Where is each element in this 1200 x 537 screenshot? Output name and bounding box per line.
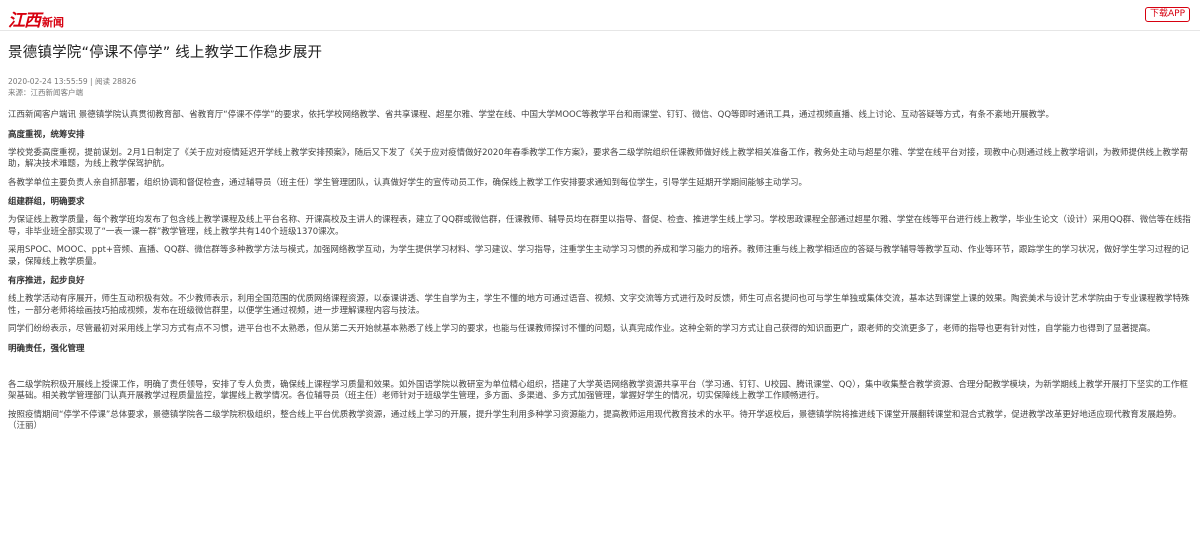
paragraph: 采用SPOC、MOOC、ppt+音频、直播、QQ群、微信群等多种教学方法与模式，… — [8, 245, 1189, 267]
paragraph: 江西新闻客户端讯 景德镇学院认真贯彻教育部、省教育厅“停课不停学”的要求，依托学… — [8, 110, 1055, 120]
article-meta: 2020-02-24 13:55:59 | 阅读 28826 来源：江西新闻客户… — [8, 77, 1192, 98]
top-bar: 江西 新闻 下载APP — [0, 0, 1200, 31]
section-heading: 有序推进，起步良好 — [8, 276, 85, 286]
paragraph: 线上教学活动有序展开，师生互动积极有效。不少教师表示，利用全国范围的优质网络课程… — [8, 294, 1190, 316]
publish-time-and-views: 2020-02-24 13:55:59 | 阅读 28826 — [8, 77, 137, 86]
logo-sub: 新闻 — [42, 16, 64, 29]
jiangxi-news-logo[interactable]: 江西 新闻 — [8, 6, 64, 31]
section-heading: 高度重视，统筹安排 — [8, 129, 85, 140]
article: 景德镇学院“停课不停学” 线上教学工作稳步展开 2020-02-24 13:55… — [0, 43, 1200, 433]
paragraph: 学校党委高度重视，提前谋划。2月1日制定了《关于应对疫情延迟开学线上教学安排预案… — [8, 147, 1188, 170]
section-heading: 组建群组，明确要求 — [8, 197, 85, 207]
article-source: 来源：江西新闻客户端 — [8, 88, 83, 97]
paragraph: 各二级学院积极开展线上授课工作，明确了责任领导，安排了专人负责，确保线上课程学习… — [8, 379, 1188, 402]
section-heading: 明确责任，强化管理 — [8, 343, 85, 354]
paragraph: 按照疫情期间“停学不停课”总体要求，景德镇学院各二级学院积极组织，整合线上平台优… — [8, 409, 1182, 432]
paragraph: 同学们纷纷表示，尽管最初对采用线上学习方式有点不习惯，进平台也不太熟悉，但从第二… — [8, 324, 1156, 334]
article-title: 景德镇学院“停课不停学” 线上教学工作稳步展开 — [8, 45, 323, 61]
logo-mark: 江西 — [8, 11, 41, 31]
download-app-button[interactable]: 下载APP — [1144, 7, 1190, 22]
paragraph: 为保证线上教学质量，每个教学班均发布了包含线上教学课程及线上平台名称、开课高校及… — [8, 215, 1191, 237]
paragraph: 各教学单位主要负责人亲自抓部署，组织协调和督促检查，通过辅导员（班主任）学生管理… — [8, 177, 808, 188]
article-body: 江西新闻客户端讯 景德镇学院认真贯彻教育部、省教育厅“停课不停学”的要求，依托学… — [8, 110, 1192, 433]
